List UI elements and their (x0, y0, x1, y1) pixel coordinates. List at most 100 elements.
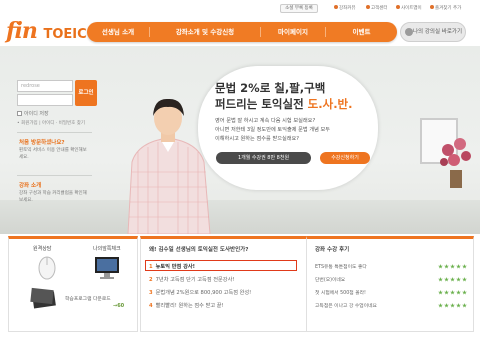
list-item: 1 뉴토익 만점 강사! (149, 263, 195, 270)
hero-headline-line1: 문법 2%로 칠,팔,구백 (215, 81, 326, 95)
util-link-label: 사이트맵이 (401, 6, 422, 11)
review-item[interactable]: 고득점은 이나고 강 수업이네요 (315, 302, 377, 309)
item-number: 3 (149, 290, 153, 296)
star-icon (462, 290, 467, 295)
item-number: 2 (149, 277, 153, 283)
apply-button[interactable]: 수강신청하기 (320, 152, 370, 164)
star-icon (444, 303, 449, 308)
bullet-icon (396, 5, 400, 9)
software-box-icon[interactable] (29, 287, 59, 311)
util-link-label: 즐겨찾기 추가 (435, 6, 462, 11)
nav-mypage[interactable]: 마이페이지 (261, 22, 325, 42)
review-item[interactable]: 첫 시험에서 500점 올라! (315, 289, 366, 296)
lecture-intro-text: 강좌 구성과 학습 커리큘럼을 확인해 보세요. (19, 191, 87, 203)
lecture-intro-title[interactable]: 강좌 소개 (19, 181, 41, 189)
star-rating (437, 264, 467, 269)
item-number: 4 (149, 303, 153, 309)
login-links[interactable]: • 회원가입 | 아이디 · 비밀번호 찾기 (17, 120, 85, 126)
teacher-photo (127, 98, 211, 234)
speech-bubble-tail (215, 168, 235, 182)
star-icon (456, 303, 461, 308)
star-icon (438, 277, 443, 282)
quick-links-panel: 원격상담 나의앞쪽체크 학습프로그램 다운로드 →60 (8, 236, 138, 332)
save-id-checkbox[interactable]: 아이디 저장 (17, 110, 49, 117)
remote-consult-label[interactable]: 원격상담 (33, 245, 51, 252)
star-icon (450, 290, 455, 295)
divider (17, 132, 92, 133)
star-icon (444, 264, 449, 269)
star-icon (438, 290, 443, 295)
star-icon (456, 264, 461, 269)
bullet-icon (430, 5, 434, 9)
util-link-community[interactable]: 강좌커뮤 (334, 5, 356, 11)
item-text: 빨리빨리! 원하는 점수 받고 끝! (155, 303, 224, 309)
nav-course-signup[interactable]: 강좌소개 및 수강신청 (150, 22, 260, 42)
mouse-icon[interactable] (37, 255, 57, 281)
my-classroom-label: 나의 강의실 바로가기 (413, 29, 463, 35)
hero-headline-line2: 퍼드리는 토익실전 도.사.반. (215, 96, 353, 112)
star-icon (438, 303, 443, 308)
star-icon (444, 290, 449, 295)
site-logo[interactable]: fin TOEIC (6, 18, 87, 44)
star-icon (462, 303, 467, 308)
price-button[interactable]: 1개월 수강권 8만 8천원 (216, 152, 311, 164)
main-nav: 선생님 소개 강좌소개 및 수강신청 마이페이지 이벤트 (87, 22, 397, 42)
hero-body-line: 아니면 저한테 3일 정도만에 토익출제 문법 개념 모두 (215, 127, 331, 133)
logo-toeic: TOEIC (43, 27, 87, 42)
item-text: 문법개념 2%원으로 800,900 고득점 완성! (155, 290, 252, 296)
plant-decoration (440, 138, 471, 188)
review-item[interactable]: 단번(오)이네요 (315, 276, 345, 283)
list-item: 3 문법개념 2%원으로 800,900 고득점 완성! (149, 289, 251, 296)
star-icon (438, 264, 443, 269)
star-icon (456, 277, 461, 282)
star-icon (462, 264, 467, 269)
nav-event[interactable]: 이벤트 (326, 22, 397, 42)
headline-prefix: 퍼드리는 토익실전 (215, 97, 304, 111)
reviews-title[interactable]: 강좌 수강 후기 (315, 245, 349, 253)
util-link-sitemap[interactable]: 사이트맵이 (396, 5, 422, 11)
reviews-panel: 강좌 수강 후기 ETS유통 특툰점이도 좋다 단번(오)이네요 첫 시험에서 … (306, 236, 474, 332)
top-utility-bar: 소셜 부록 등록 강좌커뮤 고객센터 사이트맵이 즐겨찾기 추가 (280, 4, 478, 14)
why-panel: 왜! 김수일 선생님의 토익실전 도사반인가? 1 뉴토익 만점 강사! 2 7년차… (140, 236, 310, 332)
download-count: →60 (113, 303, 125, 309)
util-link-support[interactable]: 고객센터 (366, 5, 388, 11)
bullet-icon (334, 5, 338, 9)
star-icon (450, 303, 455, 308)
star-rating (437, 277, 467, 282)
star-icon (462, 277, 467, 282)
logo-fin: fin (6, 18, 38, 44)
nav-teacher-intro[interactable]: 선생님 소개 (87, 22, 149, 42)
util-link-label: 고객센터 (371, 6, 388, 11)
star-rating (437, 303, 467, 308)
social-register-button[interactable]: 소셜 부록 등록 (280, 4, 318, 13)
star-icon (450, 264, 455, 269)
save-id-label: 아이디 저장 (24, 111, 49, 117)
util-link-label: 강좌커뮤 (339, 6, 356, 11)
login-button[interactable]: 로그인 (75, 80, 97, 106)
list-item: 2 7년차 고득점 단기 고득점 전문강사! (149, 276, 234, 283)
classroom-icon (405, 28, 413, 36)
star-icon (456, 290, 461, 295)
hero-body-line: 이해하시고 원하는 점수를 받으실래요? (215, 136, 300, 142)
checkbox-icon (17, 111, 22, 116)
item-text: 7년차 고득점 단기 고득점 전문강사! (155, 277, 235, 283)
why-panel-title: 왜! 김수일 선생님의 토익실전 도사반인가? (149, 247, 249, 253)
util-link-bookmark[interactable]: 즐겨찾기 추가 (430, 5, 461, 11)
monitor-icon[interactable] (93, 255, 121, 281)
pc-check-label[interactable]: 나의앞쪽체크 (93, 245, 121, 252)
first-visit-title[interactable]: 처음 방문하셨나요? (19, 138, 65, 146)
password-field[interactable] (17, 94, 73, 106)
hero-body-line: 영어 문법 잘 하시고 계속 다음 시험 보실래요? (215, 118, 316, 124)
headline-highlight: 도.사.반. (303, 97, 353, 111)
divider (17, 175, 92, 176)
first-visit-text: 핀토익 서비스 이용 안내를 확인해보세요. (19, 148, 87, 160)
star-rating (437, 290, 467, 295)
review-item[interactable]: ETS유통 특툰점이도 좋다 (315, 263, 367, 270)
item-text: 뉴토익 만점 강사! (155, 264, 196, 270)
star-icon (444, 277, 449, 282)
item-number: 1 (149, 264, 153, 270)
user-id-field[interactable]: redrose (17, 80, 73, 92)
bullet-icon (366, 5, 370, 9)
my-classroom-button[interactable]: 나의 강의실 바로가기 (400, 22, 466, 42)
download-label[interactable]: 학습프로그램 다운로드 (65, 295, 111, 302)
